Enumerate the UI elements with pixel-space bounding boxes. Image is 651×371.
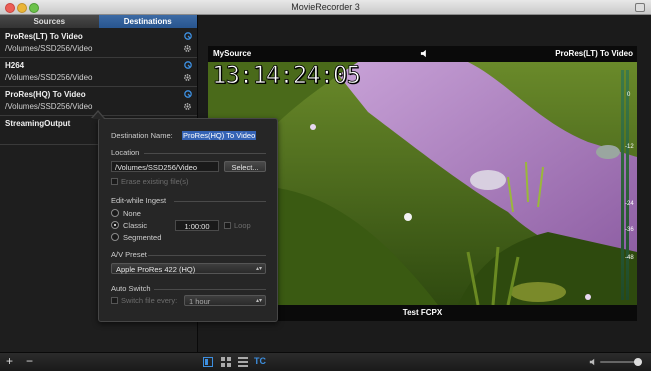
destination-path: /Volumes/SSD256/Video — [5, 73, 93, 82]
destination-name: ProRes(LT) To Video — [5, 32, 83, 41]
gear-icon[interactable] — [183, 102, 192, 111]
add-destination-button[interactable]: + — [6, 355, 13, 368]
preset-section-label: A/V Preset — [111, 250, 147, 259]
destination-path: /Volumes/SSD256/Video — [5, 44, 93, 53]
timecode-toggle-button[interactable]: TC — [254, 356, 266, 366]
meter-tick: -48 — [625, 255, 634, 261]
volume-icon — [589, 358, 595, 366]
reveal-icon[interactable] — [184, 32, 192, 40]
title-bar: MovieRecorder 3 — [0, 0, 651, 15]
list-view-icon[interactable] — [238, 357, 248, 367]
meter-tick: -24 — [625, 201, 634, 207]
gear-icon[interactable] — [183, 73, 192, 82]
duration-field[interactable]: 1:00:00 — [175, 220, 219, 231]
single-view-icon[interactable] — [203, 357, 213, 367]
section-divider — [144, 153, 266, 154]
meter-bar-left — [621, 70, 624, 300]
destination-name: ProRes(HQ) To Video — [5, 90, 86, 99]
switch-file-checkbox[interactable] — [111, 297, 118, 304]
ingest-none-radio[interactable] — [111, 209, 119, 217]
bottom-toolbar: + − TC — [0, 352, 651, 371]
pane-tabs: Sources Destinations — [0, 15, 197, 28]
meter-tick: -12 — [625, 144, 634, 150]
popup-arrows-icon: ▴▾ — [255, 266, 262, 272]
select-location-button[interactable]: Select... — [224, 161, 266, 172]
switch-interval-popup[interactable]: 1 hour ▴▾ — [184, 295, 266, 306]
meter-bar-right — [626, 70, 629, 300]
autoswitch-section-label: Auto Switch — [111, 284, 151, 293]
meter-tick: -36 — [625, 227, 634, 233]
location-section-label: Location — [111, 148, 140, 157]
gear-icon[interactable] — [183, 44, 192, 53]
tab-destinations[interactable]: Destinations — [98, 15, 197, 28]
destination-name: H264 — [5, 61, 25, 70]
ingest-section-label: Edit-while Ingest — [111, 196, 167, 205]
ingest-none-label: None — [123, 209, 141, 218]
grid-view-icon[interactable] — [221, 357, 231, 367]
speaker-icon[interactable] — [420, 49, 429, 58]
erase-files-checkbox[interactable] — [111, 178, 118, 185]
section-divider — [174, 201, 266, 202]
switch-interval-value: 1 hour — [189, 297, 211, 306]
reveal-icon[interactable] — [184, 90, 192, 98]
viewer-header: MySource ProRes(LT) To Video — [208, 46, 637, 62]
destination-settings-popover: Destination Name: ProRes(HQ) To Video Lo… — [98, 118, 278, 322]
loop-label: Loop — [234, 221, 251, 230]
toolbar-toggle-button[interactable] — [635, 3, 645, 12]
ingest-classic-label: Classic — [123, 221, 148, 230]
timecode-overlay: 13:14:24:05 — [212, 62, 362, 89]
popover-arrow-fill — [92, 112, 104, 119]
reveal-icon[interactable] — [184, 61, 192, 69]
av-preset-popup[interactable]: Apple ProRes 422 (HQ) ▴▾ — [111, 263, 266, 274]
audio-meter: 0 -12 -24 -36 -48 — [619, 62, 637, 305]
destination-name-field[interactable]: ProRes(HQ) To Video — [178, 129, 266, 140]
format-name: ProRes(LT) To Video — [555, 49, 633, 58]
tab-sources[interactable]: Sources — [0, 15, 99, 28]
window-title: MovieRecorder 3 — [291, 2, 360, 12]
destination-item[interactable]: ProRes(LT) To Video /Volumes/SSD256/Vide… — [0, 29, 197, 58]
remove-destination-button[interactable]: − — [26, 355, 33, 368]
volume-slider-knob[interactable] — [634, 358, 642, 366]
destination-item[interactable]: H264 /Volumes/SSD256/Video — [0, 58, 197, 87]
destination-name: StreamingOutput — [5, 119, 71, 128]
section-divider — [154, 289, 266, 290]
meter-tick: 0 — [627, 92, 631, 98]
destination-path: /Volumes/SSD256/Video — [5, 102, 93, 111]
popup-arrows-icon: ▴▾ — [255, 298, 262, 304]
source-name: MySource — [213, 49, 252, 58]
destination-name-value: ProRes(HQ) To Video — [182, 131, 257, 140]
location-path-field[interactable]: /Volumes/SSD256/Video — [111, 161, 219, 172]
location-path-value: /Volumes/SSD256/Video — [115, 163, 197, 172]
ingest-classic-radio[interactable] — [111, 221, 119, 229]
duration-value: 1:00:00 — [184, 222, 210, 231]
section-divider — [148, 255, 266, 256]
ingest-segmented-label: Segmented — [123, 233, 162, 242]
ingest-segmented-radio[interactable] — [111, 233, 119, 241]
switch-file-label: Switch file every: — [121, 296, 178, 305]
av-preset-value: Apple ProRes 422 (HQ) — [116, 265, 196, 274]
loop-checkbox[interactable] — [224, 222, 231, 229]
erase-files-label: Erase existing file(s) — [121, 177, 189, 186]
destination-name-label: Destination Name: — [111, 131, 173, 140]
